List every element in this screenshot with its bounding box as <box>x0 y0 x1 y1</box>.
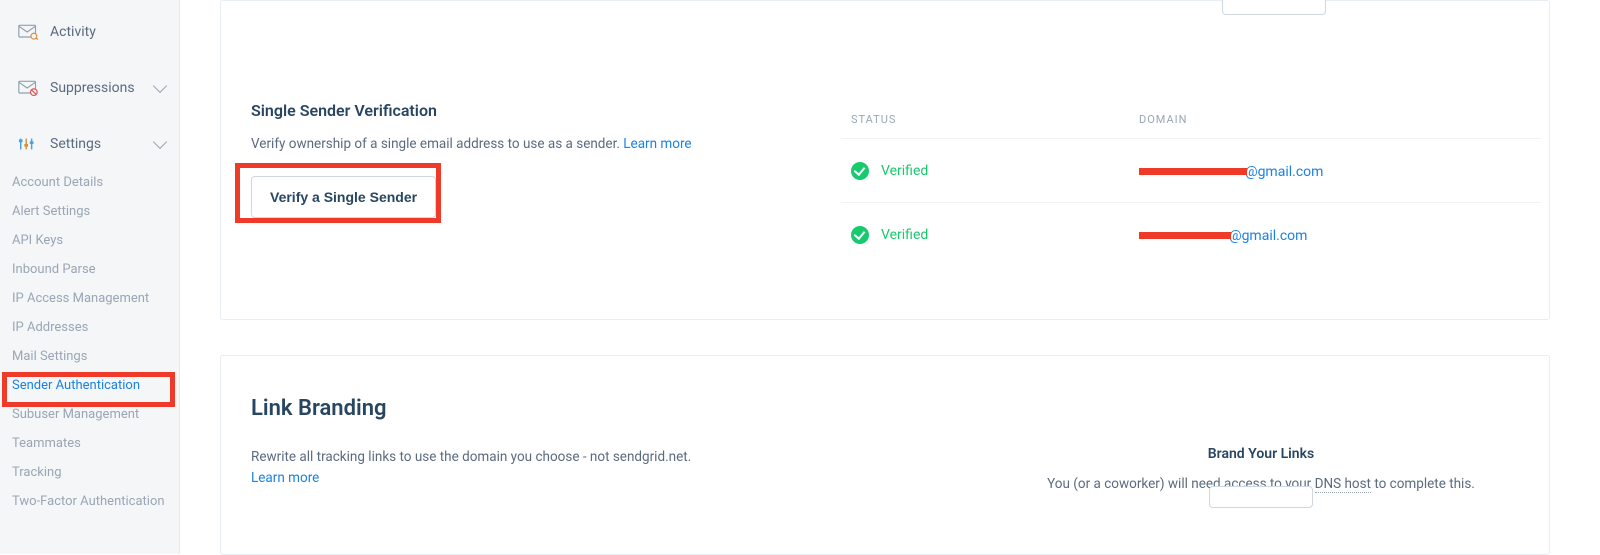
sidebar-item-label: Activity <box>50 24 96 40</box>
redacted-text <box>1139 232 1231 239</box>
sidebar-item-tracking[interactable]: Tracking <box>0 458 179 487</box>
sidebar-item-ip-access[interactable]: IP Access Management <box>0 284 179 313</box>
link-branding-panel: Link Branding Rewrite all tracking links… <box>220 355 1550 555</box>
envelope-block-icon <box>18 80 38 96</box>
sliders-icon <box>18 136 38 152</box>
sidebar-item-ip-addresses[interactable]: IP Addresses <box>0 313 179 342</box>
partial-button-top[interactable] <box>1222 0 1326 15</box>
sidebar-item-api-keys[interactable]: API Keys <box>0 226 179 255</box>
table-row: Verified @gmail.com <box>841 138 1541 202</box>
domain-link[interactable]: @gmail.com <box>1139 164 1323 180</box>
check-icon <box>851 162 869 180</box>
domain-suffix: @gmail.com <box>1229 228 1307 244</box>
sidebar-item-suppressions[interactable]: Suppressions <box>0 70 179 106</box>
sidebar-item-sender-authentication[interactable]: Sender Authentication <box>0 371 179 400</box>
sidebar-item-alert-settings[interactable]: Alert Settings <box>0 197 179 226</box>
sidebar-item-two-factor[interactable]: Two-Factor Authentication <box>0 487 179 516</box>
sidebar-item-subuser-management[interactable]: Subuser Management <box>0 400 179 429</box>
chevron-down-icon <box>153 135 167 149</box>
table-row: Verified @gmail.com <box>841 202 1541 266</box>
sidebar-item-inbound-parse[interactable]: Inbound Parse <box>0 255 179 284</box>
domain-suffix: @gmail.com <box>1245 164 1323 180</box>
main-content: Single Sender Verification Verify owners… <box>180 0 1600 554</box>
lb-subtitle: Brand Your Links <box>991 446 1531 462</box>
ssv-description: Verify ownership of a single email addre… <box>251 134 811 154</box>
dns-host-tooltip[interactable]: DNS host <box>1315 476 1371 493</box>
envelope-search-icon <box>18 24 38 40</box>
sidebar-item-activity[interactable]: Activity <box>0 14 179 50</box>
sidebar-item-settings[interactable]: Settings <box>0 126 179 162</box>
ssv-table: STATUS DOMAIN Verified @gmail.com Verifi… <box>841 101 1541 266</box>
lb-title: Link Branding <box>251 396 811 421</box>
status-text: Verified <box>881 163 928 179</box>
single-sender-panel: Single Sender Verification Verify owners… <box>220 0 1550 320</box>
table-header: STATUS DOMAIN <box>841 101 1541 138</box>
sidebar-item-account-details[interactable]: Account Details <box>0 168 179 197</box>
col-domain-header: DOMAIN <box>1139 113 1531 126</box>
sidebar-item-label: Settings <box>50 136 101 152</box>
check-icon <box>851 226 869 244</box>
settings-submenu: Account Details Alert Settings API Keys … <box>0 168 179 516</box>
lb-note-post: to complete this. <box>1371 476 1475 492</box>
ssv-desc-text: Verify ownership of a single email addre… <box>251 136 623 152</box>
partial-button-bottom[interactable] <box>1209 486 1313 508</box>
status-text: Verified <box>881 227 928 243</box>
redacted-text <box>1139 168 1247 175</box>
lb-description: Rewrite all tracking links to use the do… <box>251 447 811 468</box>
sidebar-item-teammates[interactable]: Teammates <box>0 429 179 458</box>
ssv-learn-link[interactable]: Learn more <box>623 136 691 152</box>
sidebar-item-mail-settings[interactable]: Mail Settings <box>0 342 179 371</box>
domain-link[interactable]: @gmail.com <box>1139 228 1307 244</box>
sidebar: Activity Suppressions Settings Account D… <box>0 0 180 554</box>
lb-learn-link[interactable]: Learn more <box>251 470 811 486</box>
sidebar-item-label: Suppressions <box>50 80 135 96</box>
chevron-down-icon <box>153 79 167 93</box>
col-status-header: STATUS <box>851 113 1139 126</box>
ssv-title: Single Sender Verification <box>251 101 811 120</box>
verify-single-sender-button[interactable]: Verify a Single Sender <box>251 176 436 218</box>
